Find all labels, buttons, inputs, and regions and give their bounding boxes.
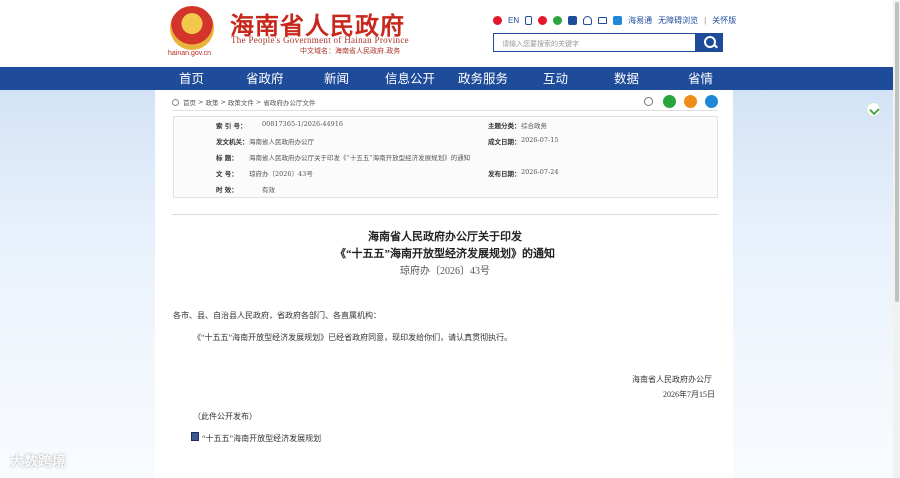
attachment-icon bbox=[191, 432, 199, 441]
home-icon bbox=[172, 98, 179, 106]
qzone-icon[interactable] bbox=[705, 95, 718, 108]
nav-disclosure[interactable]: 信息公开 bbox=[385, 67, 435, 90]
info-docno-value: 琼府办〔2026〕43号 bbox=[249, 170, 313, 178]
document-title-line2: 《“十五五”海南开放型经济发展规划》的通知 bbox=[335, 248, 555, 260]
info-pubdate-label: 发布日期： bbox=[488, 170, 521, 178]
info-pubdate-value: 2026-07-24 bbox=[521, 168, 559, 176]
share-bar bbox=[644, 95, 718, 108]
app-link[interactable]: 海易通 bbox=[628, 15, 652, 26]
title-divider bbox=[172, 214, 718, 215]
breadcrumb-separator: > bbox=[220, 98, 226, 106]
info-docno-label: 文 号： bbox=[216, 170, 238, 178]
site-header: hainan.gov.cn 海南省人民政府 The People's Gover… bbox=[0, 0, 900, 66]
info-validity-label: 时 效： bbox=[216, 186, 238, 194]
search-input[interactable]: 请输入您要搜索的关键字 bbox=[493, 33, 696, 52]
document-salutation: 各市、县、自治县人民政府，省政府各部门、各直属机构： bbox=[173, 311, 381, 320]
weibo-icon[interactable] bbox=[493, 15, 502, 25]
document-sign-date: 2026年7月15日 bbox=[663, 390, 715, 399]
mail-icon[interactable] bbox=[598, 16, 608, 24]
accessibility-link[interactable]: 无障碍浏览 bbox=[658, 15, 698, 26]
info-date-value: 2026-07-15 bbox=[521, 136, 559, 144]
english-link[interactable]: EN bbox=[508, 16, 519, 25]
header-toolbar: EN 海易通 无障碍浏览 | 关怀版 bbox=[493, 13, 736, 27]
care-mode-link[interactable]: 关怀版 bbox=[712, 15, 736, 26]
document-number: 琼府办〔2026〕43号 bbox=[400, 266, 490, 277]
nav-government[interactable]: 省政府 bbox=[246, 67, 284, 90]
weibo-share-icon[interactable] bbox=[538, 15, 548, 25]
info-date-label: 成文日期： bbox=[488, 138, 521, 146]
scrollbar-thumb[interactable] bbox=[895, 2, 899, 302]
info-topic-label: 主题分类： bbox=[488, 122, 521, 130]
document-paragraph: 《“十五五”海南开放型经济发展规划》已经省政府同意，现印发给你们，请认真贯彻执行… bbox=[193, 333, 513, 342]
site-title-english: The People's Government of Hainan Provin… bbox=[231, 35, 409, 45]
attachment-link[interactable]: “十五五”海南开放型经济发展规划 bbox=[202, 433, 321, 444]
national-emblem-logo[interactable] bbox=[170, 6, 214, 50]
info-index-label: 索 引 号： bbox=[216, 122, 247, 130]
main-nav: 首页 省政府 新闻 信息公开 政务服务 互动 数据 省情 bbox=[0, 67, 893, 90]
breadcrumb-home[interactable]: 首页 bbox=[183, 97, 196, 107]
app-icon[interactable] bbox=[613, 15, 623, 25]
nav-services[interactable]: 政务服务 bbox=[458, 67, 508, 90]
floating-check-icon[interactable] bbox=[866, 102, 881, 117]
nav-home[interactable]: 首页 bbox=[179, 67, 204, 90]
info-issuer-label: 发文机关： bbox=[216, 138, 249, 146]
breadcrumb-policy-docs[interactable]: 政策文件 bbox=[228, 97, 254, 107]
emblem-caption: hainan.gov.cn bbox=[168, 50, 212, 57]
info-topic-value: 综合政务 bbox=[521, 122, 547, 130]
document-signer: 海南省人民政府办公厅 bbox=[632, 375, 712, 384]
separator: | bbox=[704, 15, 707, 25]
site-domain: 中文域名：海南省人民政府.政务 bbox=[300, 47, 401, 55]
search-button[interactable] bbox=[696, 33, 723, 52]
nav-news[interactable]: 新闻 bbox=[324, 67, 349, 90]
watermark-text: 大数跨境 bbox=[10, 454, 66, 470]
document-disclosure: （此件公开发布） bbox=[193, 412, 257, 421]
wechat-icon[interactable] bbox=[553, 15, 563, 25]
info-index-value: 00817365-1/2026-44916 bbox=[262, 120, 344, 128]
douyin-icon[interactable] bbox=[568, 15, 578, 25]
user-icon[interactable] bbox=[583, 15, 593, 25]
weibo-share-button-icon[interactable] bbox=[684, 95, 697, 108]
wechat-share-icon[interactable] bbox=[663, 95, 676, 108]
share-icon[interactable] bbox=[644, 97, 653, 106]
breadcrumb-separator: > bbox=[255, 98, 262, 106]
nav-province-info[interactable]: 省情 bbox=[688, 67, 713, 90]
nav-interaction[interactable]: 互动 bbox=[543, 67, 568, 90]
document-title-line1: 海南省人民政府办公厅关于印发 bbox=[368, 231, 522, 243]
info-title-value: 海南省人民政府办公厅关于印发《“十五五”海南开放型经济发展规划》的通知 bbox=[249, 154, 471, 162]
breadcrumb-office-docs[interactable]: 省政府办公厅文件 bbox=[263, 97, 315, 107]
breadcrumb-divider bbox=[172, 110, 718, 111]
breadcrumb-separator: > bbox=[198, 98, 204, 106]
breadcrumb-policy[interactable]: 政策 bbox=[205, 97, 218, 107]
mobile-icon[interactable] bbox=[525, 15, 533, 25]
info-title-label: 标 题： bbox=[216, 154, 238, 162]
info-issuer-value: 海南省人民政府办公厅 bbox=[249, 138, 314, 146]
nav-data[interactable]: 数据 bbox=[614, 67, 639, 90]
breadcrumb: 首页 > 政策 > 政策文件 > 省政府办公厅文件 bbox=[172, 97, 315, 107]
info-validity-value: 有效 bbox=[262, 186, 275, 194]
